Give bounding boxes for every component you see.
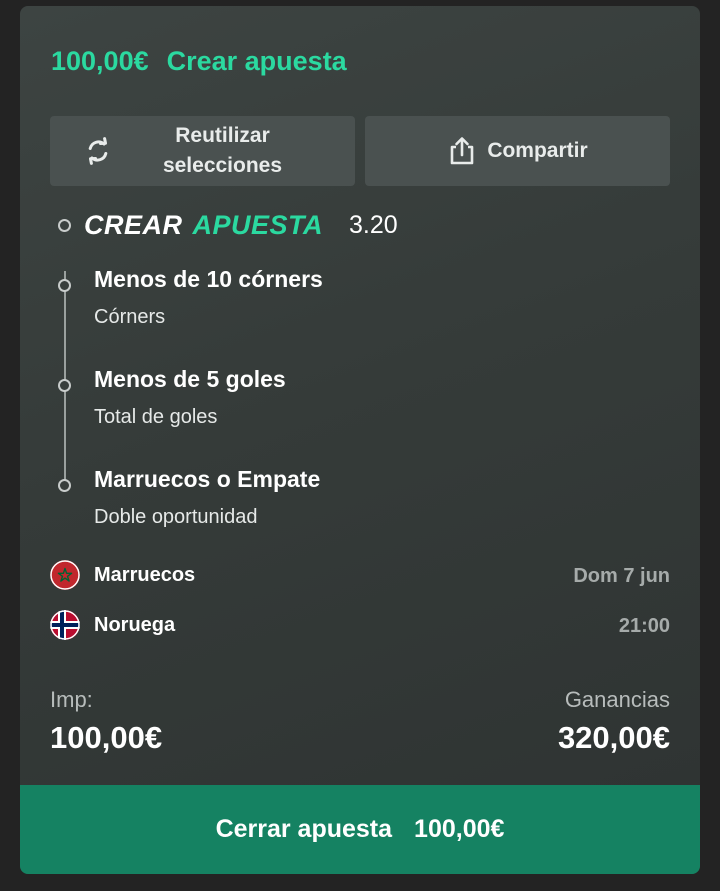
norway-flag-icon	[50, 610, 80, 640]
timeline-dot	[58, 479, 71, 492]
timeline-dot	[58, 218, 71, 232]
winnings-value: 320,00€	[557, 720, 670, 755]
bet-card: 100,00€ Crear apuesta Reutilizar selecci…	[20, 6, 700, 874]
timeline-dot	[58, 379, 71, 392]
selection-market: Total de goles	[94, 406, 218, 428]
winnings-label: Ganancias	[564, 687, 670, 712]
home-team-name: Marruecos	[94, 564, 196, 586]
selection-market: Córners	[94, 306, 166, 328]
cashout-label: Cerrar apuesta	[215, 815, 393, 843]
stake-value: 100,00€	[50, 720, 163, 755]
selection-market: Doble oportunidad	[94, 506, 258, 528]
selection-title: Marruecos o Empate	[94, 466, 321, 492]
away-team-name: Noruega	[94, 614, 176, 636]
timeline-dot	[58, 279, 71, 292]
reuse-selections-button[interactable]: Reutilizar selecciones	[50, 116, 355, 186]
bet-odds: 3.20	[349, 210, 398, 239]
match-time: 21:00	[618, 615, 670, 637]
cashout-button[interactable]: Cerrar apuesta 100,00€	[20, 785, 700, 874]
brand-word-2: APUESTA	[192, 209, 324, 240]
selection-title: Menos de 10 córners	[94, 266, 323, 292]
morocco-flag-icon	[50, 560, 80, 590]
team-row-away: Noruega 21:00	[50, 610, 670, 642]
header-title: Crear apuesta	[166, 46, 347, 76]
reuse-label-line2: selecciones	[162, 154, 283, 177]
stake-label: Imp:	[50, 687, 93, 712]
reuse-label-line1: Reutilizar	[175, 124, 270, 147]
timeline-line	[64, 271, 66, 485]
team-row-home: Marruecos Dom 7 jun	[50, 560, 670, 592]
selection-title: Menos de 5 goles	[94, 366, 286, 392]
card-header: 100,00€ Crear apuesta	[51, 46, 347, 77]
cashout-amount: 100,00€	[414, 815, 505, 843]
bet-builder-logo: CREAR APUESTA	[84, 210, 323, 241]
match-date: Dom 7 jun	[573, 565, 670, 587]
brand-word-1: CREAR	[84, 209, 183, 240]
reuse-selections-label: Reutilizar selecciones	[163, 121, 282, 181]
share-label: Compartir	[487, 139, 588, 162]
share-icon	[447, 135, 477, 167]
refresh-icon	[83, 136, 113, 166]
share-button[interactable]: Compartir	[365, 116, 670, 186]
header-amount: 100,00€	[51, 46, 149, 76]
bet-builder-title: CREAR APUESTA 3.20	[58, 208, 398, 242]
